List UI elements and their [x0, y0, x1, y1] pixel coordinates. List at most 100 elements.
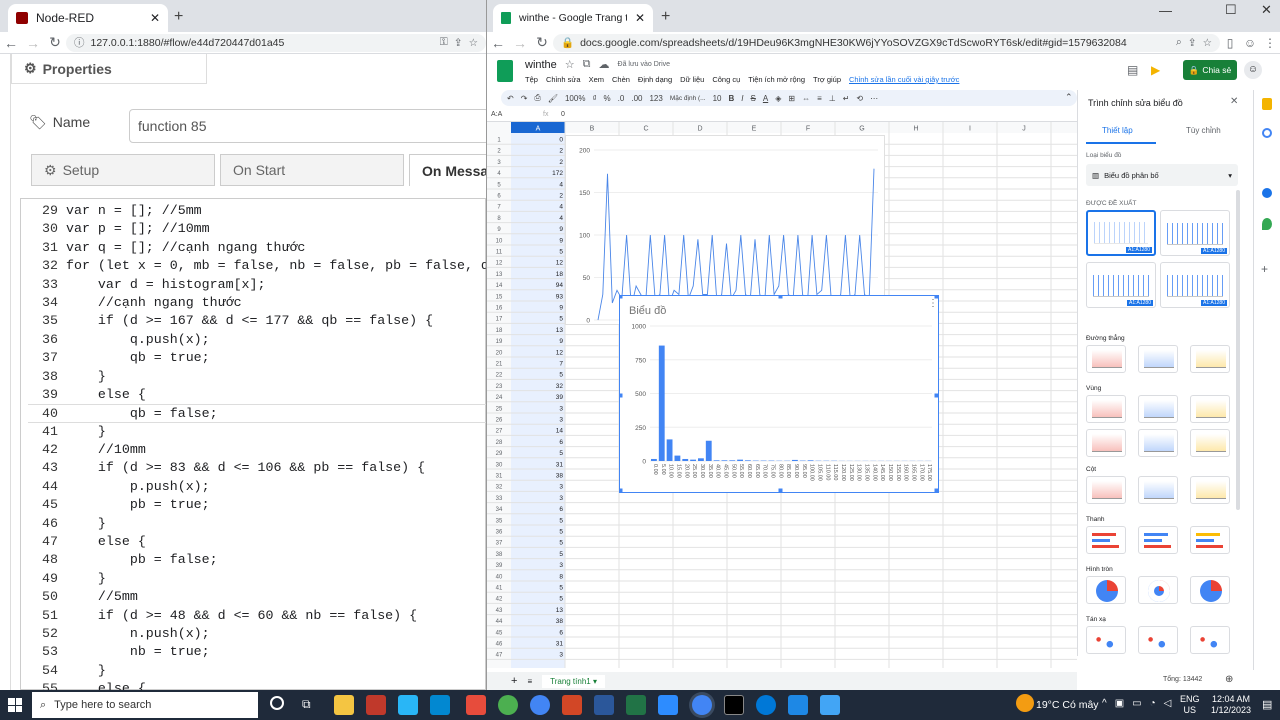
tab-setup[interactable]: Thiết lập: [1102, 126, 1133, 135]
wrap-icon[interactable]: ↵: [843, 94, 850, 103]
sidebar-scrollbar[interactable]: [1236, 190, 1240, 510]
key-icon[interactable]: ⚿: [440, 36, 448, 49]
properties-tab[interactable]: ⚙ Properties: [11, 54, 207, 84]
back-icon[interactable]: ←: [0, 35, 22, 51]
text-color-icon[interactable]: A: [763, 94, 768, 103]
chart-histogram[interactable]: Biểu đồ ⋮ 1000 750 500 250 0 0.00 5.00 10.00 15.…: [619, 295, 939, 493]
chart-type-option[interactable]: [1190, 429, 1230, 457]
avatar[interactable]: ☺: [1244, 61, 1262, 79]
sidebar-icon[interactable]: ▯: [1220, 36, 1240, 50]
strike-icon[interactable]: S: [751, 94, 756, 103]
app-icon-1[interactable]: [366, 695, 386, 715]
menu-item[interactable]: Tệp: [525, 75, 538, 84]
font-size-select[interactable]: 10: [713, 94, 722, 103]
rotate-icon[interactable]: ⟲: [856, 94, 863, 103]
chart-type-option[interactable]: [1190, 626, 1230, 654]
app-icon-6[interactable]: [788, 695, 808, 715]
print-icon[interactable]: ⎙: [534, 93, 540, 103]
battery-icon[interactable]: ▭: [1132, 698, 1141, 709]
chrome-active-icon[interactable]: [692, 695, 712, 715]
chart-type-option[interactable]: [1138, 526, 1178, 554]
code-line[interactable]: 33 var d = histogram[x];: [28, 276, 486, 294]
code-line[interactable]: 41 }: [28, 423, 486, 441]
share-icon[interactable]: ⇪: [454, 37, 463, 49]
zoom-select[interactable]: 100%: [565, 94, 585, 103]
tasks-icon[interactable]: [1262, 128, 1272, 138]
explore-icon[interactable]: ⊕: [1225, 674, 1233, 685]
menu-item[interactable]: Tiện ích mở rộng: [748, 75, 805, 84]
new-tab-icon[interactable]: +: [661, 8, 670, 26]
merge-icon[interactable]: ⇔: [802, 94, 810, 103]
cortana-icon[interactable]: [270, 696, 284, 710]
maximize-icon[interactable]: ☐: [1225, 2, 1237, 18]
app-icon-2[interactable]: [398, 695, 418, 715]
star-icon[interactable]: ☆: [469, 37, 478, 49]
app-icon-7[interactable]: [820, 695, 840, 715]
code-line[interactable]: 44 p.push(x);: [28, 478, 486, 496]
code-line[interactable]: 37 qb = true;: [28, 349, 486, 367]
all-sheets-icon[interactable]: ≡: [527, 677, 532, 686]
valign-icon[interactable]: ⊥: [829, 94, 836, 103]
suggested-chart-thumb[interactable]: A1:A1280: [1160, 262, 1230, 308]
chart-type-option[interactable]: [1190, 345, 1230, 373]
forward-icon[interactable]: →: [509, 35, 531, 51]
code-line[interactable]: 45 pb = true;: [28, 496, 486, 514]
star-icon[interactable]: ☆: [565, 58, 575, 71]
task-view-icon[interactable]: ⧉: [302, 697, 311, 712]
volume-icon[interactable]: ◁: [1164, 698, 1172, 709]
menu-item[interactable]: Công cụ: [712, 75, 740, 84]
formula-value[interactable]: 0: [561, 111, 565, 118]
currency-icon[interactable]: ₫: [592, 94, 596, 103]
file-explorer-icon[interactable]: [334, 695, 354, 715]
close-icon[interactable]: ✕: [1230, 96, 1238, 107]
sheet-tab[interactable]: Trang tính1 ▾: [542, 674, 605, 688]
tab-sheets[interactable]: winthe - Google Trang tính ✕: [493, 4, 653, 32]
collapse-toolbar-icon[interactable]: ⌃: [1065, 92, 1073, 103]
code-line[interactable]: 32 for (let x = 0, mb = false, nb = false…: [28, 257, 486, 275]
chart-type-option[interactable]: [1086, 576, 1126, 604]
calendar-icon[interactable]: [1262, 98, 1272, 110]
tab-custom[interactable]: Tùy chỉnh: [1186, 126, 1221, 135]
back-icon[interactable]: ←: [487, 35, 509, 51]
zoom-icon[interactable]: [658, 695, 678, 715]
url-field[interactable]: 🔒 docs.google.com/spreadsheets/d/19HDeu9…: [553, 33, 1220, 52]
chart-type-option[interactable]: [1190, 576, 1230, 604]
last-edit-link[interactable]: Chỉnh sửa lần cuối vài giây trước: [849, 75, 959, 84]
number-format-select[interactable]: 123: [649, 94, 662, 103]
menu-item[interactable]: Định dạng: [638, 75, 672, 84]
redo-icon[interactable]: ↷: [521, 94, 528, 103]
notification-icon[interactable]: ▤: [1262, 698, 1272, 711]
chart-type-option[interactable]: [1138, 626, 1178, 654]
app-icon-5[interactable]: [498, 695, 518, 715]
code-line[interactable]: 43 if (d >= 83 && d <= 106 && pb == fals…: [28, 459, 486, 477]
language-indicator[interactable]: ENG US: [1180, 694, 1200, 716]
paint-format-icon[interactable]: 🖌: [548, 94, 558, 103]
code-line[interactable]: 39 else {: [28, 386, 486, 404]
bold-icon[interactable]: B: [729, 94, 735, 103]
contacts-icon[interactable]: [1262, 188, 1272, 198]
decimal-decrease-icon[interactable]: .0: [618, 94, 625, 103]
code-line[interactable]: 51 if (d >= 48 && d <= 60 && nb == false…: [28, 607, 486, 625]
code-line[interactable]: 34 //cạnh ngang thước: [28, 294, 486, 312]
word-icon[interactable]: [594, 695, 614, 715]
url-field[interactable]: ⓘ 127.0.0.1:1880/#flow/e44d720447d01a45 …: [66, 33, 486, 52]
add-sheet-icon[interactable]: +: [511, 675, 517, 687]
reload-icon[interactable]: ↻: [531, 34, 553, 51]
borders-icon[interactable]: ⊞: [788, 94, 795, 103]
menu-item[interactable]: Xem: [589, 75, 604, 84]
more-icon[interactable]: ⋯: [870, 94, 878, 103]
code-line[interactable]: 36 q.push(x);: [28, 331, 486, 349]
search-icon[interactable]: ⌕: [1176, 36, 1182, 49]
code-line[interactable]: 50 //5mm: [28, 588, 486, 606]
menu-item[interactable]: Chèn: [612, 75, 630, 84]
font-select[interactable]: Mặc định (...: [670, 95, 706, 102]
chart-type-option[interactable]: [1190, 395, 1230, 423]
suggested-chart-thumb[interactable]: A1:A1280: [1086, 262, 1156, 308]
code-line[interactable]: 47 else {: [28, 533, 486, 551]
sheets-logo-icon[interactable]: [497, 60, 513, 82]
menu-item[interactable]: Dữ liệu: [680, 75, 704, 84]
percent-icon[interactable]: %: [604, 94, 611, 103]
taskbar-search[interactable]: ⌕ Type here to search: [32, 692, 258, 718]
chart-type-option[interactable]: [1086, 626, 1126, 654]
chart-type-option[interactable]: [1086, 526, 1126, 554]
